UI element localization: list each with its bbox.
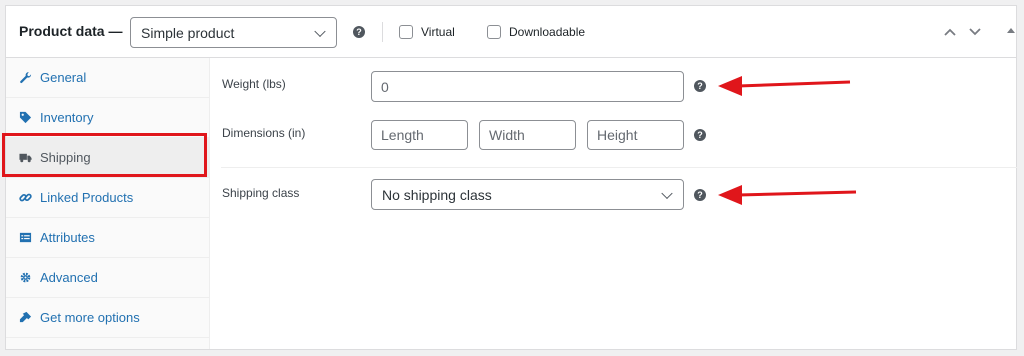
- section-divider: [221, 167, 1017, 168]
- annotation-arrow-weight: [718, 76, 851, 96]
- weight-input[interactable]: 0: [371, 71, 684, 102]
- tab-label: Attributes: [40, 230, 95, 245]
- shipping-class-label: Shipping class: [222, 186, 300, 200]
- tab-get-more-options[interactable]: Get more options: [6, 298, 209, 338]
- product-data-tabs: General Inventory Shipping Linked Produc…: [6, 58, 210, 349]
- weight-help-icon[interactable]: ?: [694, 80, 706, 92]
- dimensions-help-icon[interactable]: ?: [694, 129, 706, 141]
- height-input[interactable]: Height: [587, 120, 684, 150]
- move-down-icon[interactable]: [968, 24, 982, 38]
- virtual-label: Virtual: [421, 25, 455, 39]
- virtual-checkbox[interactable]: [399, 25, 413, 39]
- gear-icon: [20, 272, 31, 283]
- dimensions-label: Dimensions (in): [222, 126, 306, 140]
- downloadable-label: Downloadable: [509, 25, 586, 39]
- downloadable-checkbox[interactable]: [487, 25, 501, 39]
- tab-general[interactable]: General: [6, 58, 209, 98]
- product-type-value: Simple product: [141, 24, 235, 41]
- tab-label: Inventory: [40, 110, 94, 125]
- weight-placeholder: 0: [381, 78, 389, 95]
- chevron-down-icon: [661, 187, 673, 199]
- tab-label: Advanced: [40, 270, 98, 285]
- tab-label: General: [40, 70, 87, 85]
- length-placeholder: Length: [381, 127, 424, 143]
- weight-label: Weight (lbs): [222, 77, 286, 91]
- annotation-highlight-shipping: [2, 133, 207, 177]
- product-data-header: Product data — Simple product ? Virtual …: [6, 6, 1016, 58]
- tag-icon: [19, 111, 32, 124]
- annotation-arrow-shipping-class: [718, 185, 857, 205]
- length-input[interactable]: Length: [371, 120, 468, 150]
- tab-linked-products[interactable]: Linked Products: [6, 178, 209, 218]
- link-icon: [19, 193, 32, 202]
- product-type-select[interactable]: Simple product: [130, 17, 337, 48]
- chevron-down-icon: [314, 25, 326, 37]
- collapse-toggle-icon[interactable]: [1007, 28, 1015, 33]
- shipping-class-select[interactable]: No shipping class: [371, 179, 684, 210]
- header-divider: [382, 22, 383, 42]
- tab-advanced[interactable]: Advanced: [6, 258, 209, 298]
- width-placeholder: Width: [489, 127, 525, 143]
- width-input[interactable]: Width: [479, 120, 576, 150]
- list-icon: [19, 232, 32, 243]
- wrench-icon: [20, 72, 32, 84]
- height-placeholder: Height: [597, 127, 638, 143]
- product-data-panel: Product data — Simple product ? Virtual …: [5, 5, 1017, 350]
- plugin-icon: [19, 311, 32, 323]
- tab-attributes[interactable]: Attributes: [6, 218, 209, 258]
- shipping-class-help-icon[interactable]: ?: [694, 189, 706, 201]
- help-icon[interactable]: ?: [353, 26, 365, 38]
- move-up-icon[interactable]: [943, 25, 957, 39]
- shipping-class-value: No shipping class: [382, 186, 492, 203]
- product-data-title: Product data —: [19, 23, 123, 39]
- tab-inventory[interactable]: Inventory: [6, 98, 209, 138]
- tab-label: Get more options: [40, 310, 140, 325]
- tab-label: Linked Products: [40, 190, 134, 205]
